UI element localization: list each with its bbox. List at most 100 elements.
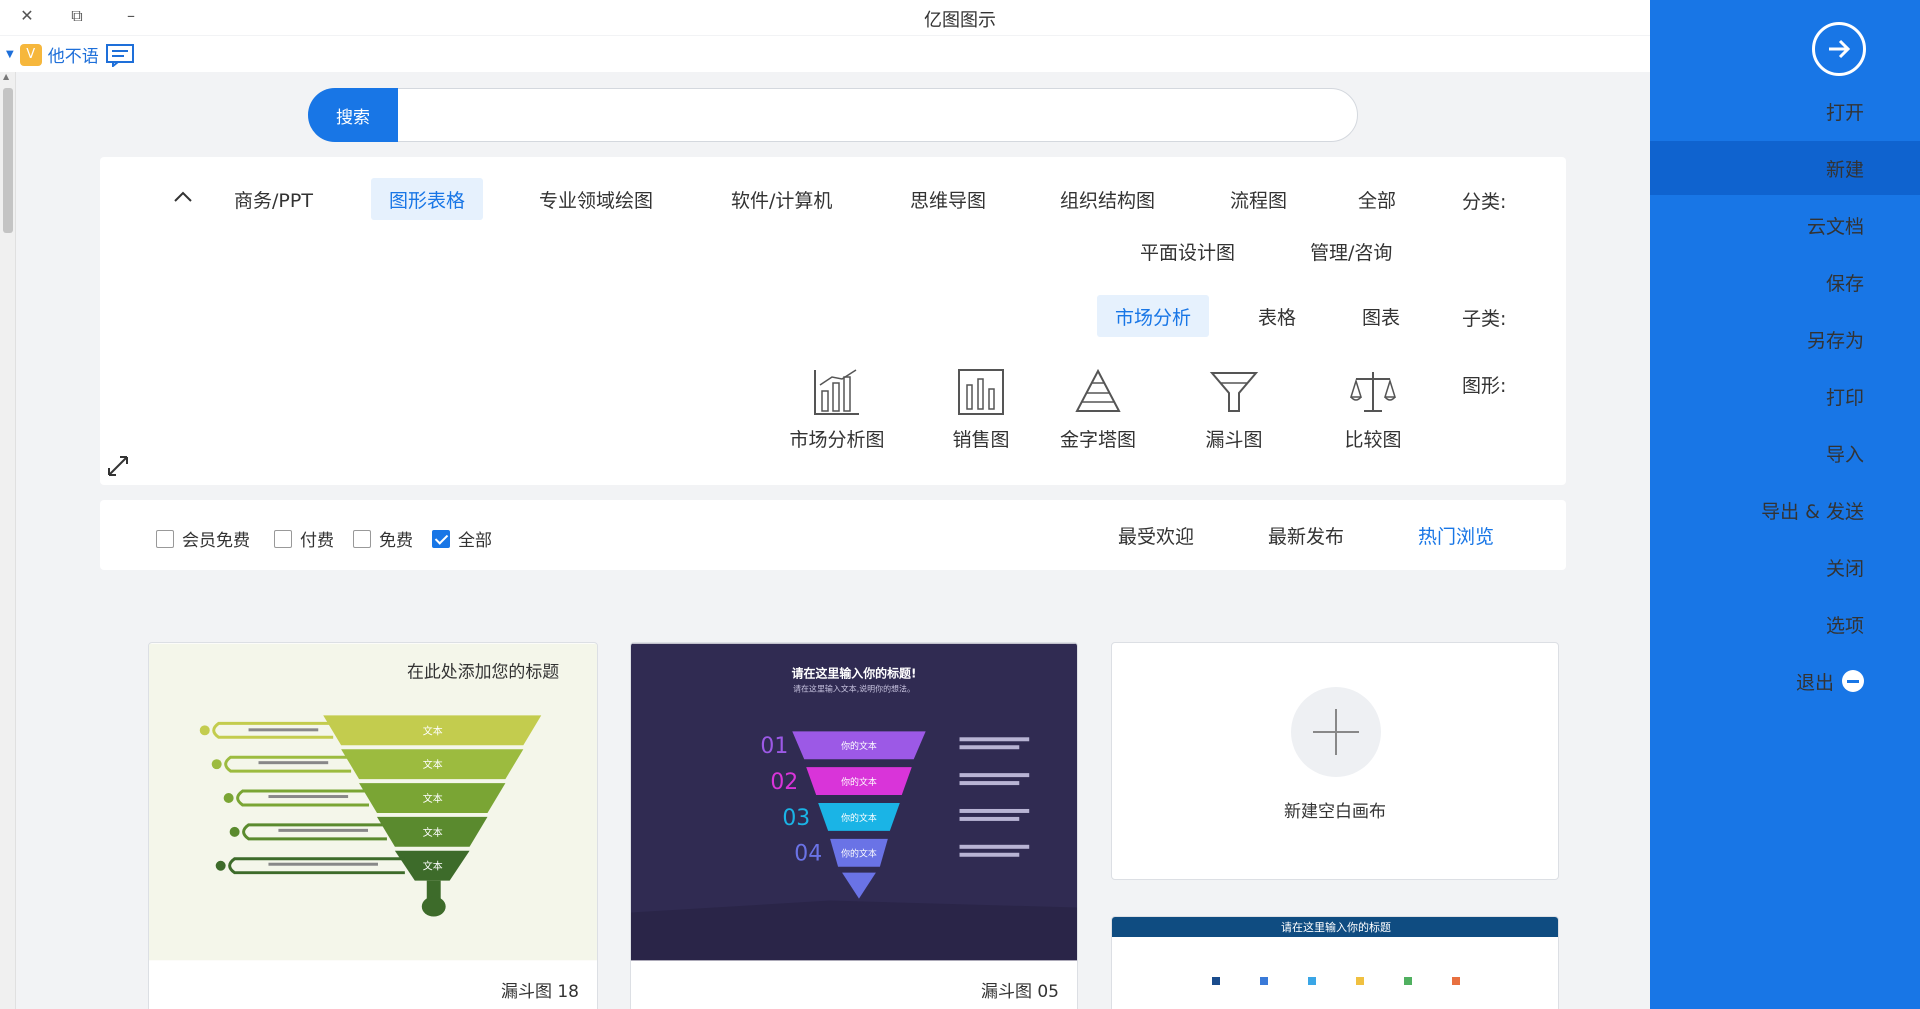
sidebar-item-save-as[interactable]: 另存为 — [1650, 312, 1920, 366]
funnel-05-level-4: 你的文本 — [841, 848, 877, 860]
partial-card-heading: 请在这里输入你的标题 — [1281, 921, 1391, 934]
price-free-label: 免费 — [379, 531, 413, 551]
funnel-05-thumbnail: 请在这里输入你的标题! 请在这里输入文本,说明你的想法。 你的文本 你的文本 你… — [631, 643, 1077, 961]
shape-pyramid[interactable]: 金字塔图 — [1043, 367, 1153, 452]
funnel-05-num-3: 03 — [782, 806, 810, 831]
price-free-checkbox[interactable]: 免费 — [353, 526, 413, 551]
filter-panel: 分类: 全部 流程图 组织结构图 思维导图 软件/计算机 专业领域绘图 图形表格… — [100, 157, 1566, 485]
vertical-scrollbar[interactable]: ▲ — [0, 72, 16, 1009]
subcategory-chart[interactable]: 图表 — [1344, 304, 1418, 329]
arrow-right-icon — [1829, 39, 1851, 59]
category-graphic-table[interactable]: 图形表格 — [371, 178, 484, 220]
shape-pyramid-label: 金字塔图 — [1059, 429, 1136, 451]
partial-card-legend — [1212, 977, 1472, 985]
subcategory-label: 子类: — [1462, 308, 1507, 330]
shape-funnel[interactable]: 漏斗图 — [1179, 367, 1289, 452]
price-paid-label: 付费 — [300, 531, 334, 551]
funnel-18-thumbnail: 在此处添加您的标题 文本 文本 文本 文本 文本 — [149, 643, 597, 961]
sort-popular[interactable]: 最受欢迎 — [1118, 522, 1194, 549]
category-flowchart[interactable]: 流程图 — [1212, 187, 1305, 212]
funnel-05-heading: 请在这里输入你的标题! — [792, 666, 917, 681]
shape-comparison[interactable]: 比较图 — [1318, 367, 1428, 452]
sort-hot[interactable]: 热门浏览 — [1418, 522, 1494, 549]
sidebar-item-export[interactable]: 导出 & 发送 — [1650, 483, 1920, 537]
funnel-05-num-4: 04 — [794, 842, 822, 867]
funnel-05-level-3: 你的文本 — [841, 812, 877, 824]
app-window: ✕ ⧉ – 亿图图示 ▼ V 他不语 ▲ 搜索 分类: 全部 流程图 组织结构图… — [0, 0, 1920, 1009]
scroll-up-icon[interactable]: ▲ — [3, 72, 9, 81]
checkbox-icon — [156, 529, 174, 548]
sort-bar: 热门浏览 最新发布 最受欢迎 全部 免费 付费 会员免费 — [100, 500, 1566, 570]
sidebar-item-import[interactable]: 导入 — [1650, 426, 1920, 480]
pyramid-icon — [1075, 368, 1121, 412]
funnel-18-heading: 在此处添加您的标题 — [407, 662, 559, 682]
funnel-05-subheading: 请在这里输入文本,说明你的想法。 — [793, 683, 915, 693]
plus-icon — [1291, 687, 1381, 777]
category-all[interactable]: 全部 — [1340, 187, 1414, 212]
sidebar-item-exit[interactable]: 退出 — [1650, 654, 1920, 708]
expand-icon[interactable] — [106, 454, 130, 478]
funnel-05-num-1: 01 — [760, 734, 788, 759]
message-icon[interactable] — [105, 43, 135, 67]
subcategory-table[interactable]: 表格 — [1240, 304, 1314, 329]
market-chart-icon — [814, 369, 859, 415]
category-professional[interactable]: 专业领域绘图 — [521, 187, 671, 212]
back-button[interactable] — [1812, 22, 1866, 76]
funnel-18-title: 漏斗图 18 — [500, 982, 579, 1002]
shape-comparison-label: 比较图 — [1344, 429, 1402, 451]
shape-label: 图形: — [1462, 375, 1507, 397]
funnel-18-level-3: 文本 — [423, 792, 443, 805]
shape-funnel-label: 漏斗图 — [1205, 429, 1263, 451]
funnel-18-level-1: 文本 — [423, 724, 443, 737]
subcategory-market-analysis[interactable]: 市场分析 — [1097, 295, 1210, 337]
search-input[interactable] — [409, 97, 1339, 133]
sort-newest[interactable]: 最新发布 — [1268, 522, 1344, 549]
search-button[interactable]: 搜索 — [308, 88, 398, 142]
category-management[interactable]: 管理/咨询 — [1292, 239, 1410, 264]
sidebar-item-new[interactable]: 新建 — [1650, 141, 1920, 195]
bar-chart-icon — [958, 369, 1004, 415]
user-bar: ▼ V 他不语 — [0, 36, 1650, 72]
sidebar-item-save[interactable]: 保存 — [1650, 255, 1920, 309]
sidebar-item-close[interactable]: 关闭 — [1650, 540, 1920, 594]
shape-market-analysis-label: 市场分析图 — [789, 429, 885, 451]
funnel-18-level-5: 文本 — [423, 860, 443, 873]
template-card-partial[interactable]: 请在这里输入你的标题 — [1111, 916, 1559, 1009]
sidebar-item-open[interactable]: 打开 — [1650, 84, 1920, 138]
category-label: 分类: — [1462, 191, 1507, 213]
template-card-funnel-18[interactable]: 在此处添加您的标题 文本 文本 文本 文本 文本 漏斗图 18 — [148, 642, 598, 1009]
shape-market-analysis[interactable]: 市场分析图 — [782, 367, 892, 452]
new-blank-canvas-card[interactable]: 新建空白画布 — [1111, 642, 1559, 880]
sidebar-item-options[interactable]: 选项 — [1650, 597, 1920, 651]
category-software[interactable]: 软件/计算机 — [713, 187, 850, 212]
funnel-05-num-2: 02 — [770, 770, 798, 795]
user-name: 他不语 — [47, 47, 99, 67]
user-menu[interactable]: ▼ V 他不语 — [6, 42, 135, 67]
price-paid-checkbox[interactable]: 付费 — [274, 526, 334, 551]
funnel-05-level-2: 你的文本 — [841, 776, 877, 788]
shape-sales-label: 销售图 — [952, 429, 1010, 451]
funnel-18-level-4: 文本 — [423, 826, 443, 839]
search-bar: 搜索 — [308, 88, 1358, 142]
template-card-funnel-05[interactable]: 请在这里输入你的标题! 请在这里输入文本,说明你的想法。 你的文本 你的文本 你… — [630, 642, 1078, 1009]
dropdown-caret-icon[interactable]: ▼ — [6, 49, 14, 60]
funnel-05-level-1: 你的文本 — [841, 740, 877, 752]
category-business-ppt[interactable]: 商务/PPT — [216, 187, 331, 212]
new-canvas-label: 新建空白画布 — [1284, 802, 1386, 822]
category-graphic-design[interactable]: 平面设计图 — [1122, 239, 1253, 264]
sidebar-item-exit-label: 退出 — [1795, 671, 1834, 694]
category-org-chart[interactable]: 组织结构图 — [1042, 187, 1173, 212]
price-member-free-label: 会员免费 — [182, 531, 250, 551]
price-member-free-checkbox[interactable]: 会员免费 — [156, 526, 250, 551]
collapse-up-icon[interactable] — [172, 189, 194, 205]
shape-sales[interactable]: 销售图 — [926, 367, 1036, 452]
sidebar-item-print[interactable]: 打印 — [1650, 369, 1920, 423]
price-all-checkbox[interactable]: 全部 — [432, 526, 492, 551]
category-mind-map[interactable]: 思维导图 — [892, 187, 1004, 212]
scroll-thumb[interactable] — [3, 88, 13, 233]
sidebar-item-cloud[interactable]: 云文档 — [1650, 198, 1920, 252]
checkbox-checked-icon — [432, 529, 450, 548]
price-all-label: 全部 — [458, 531, 492, 551]
checkbox-icon — [353, 529, 371, 548]
funnel-18-level-2: 文本 — [423, 758, 443, 771]
